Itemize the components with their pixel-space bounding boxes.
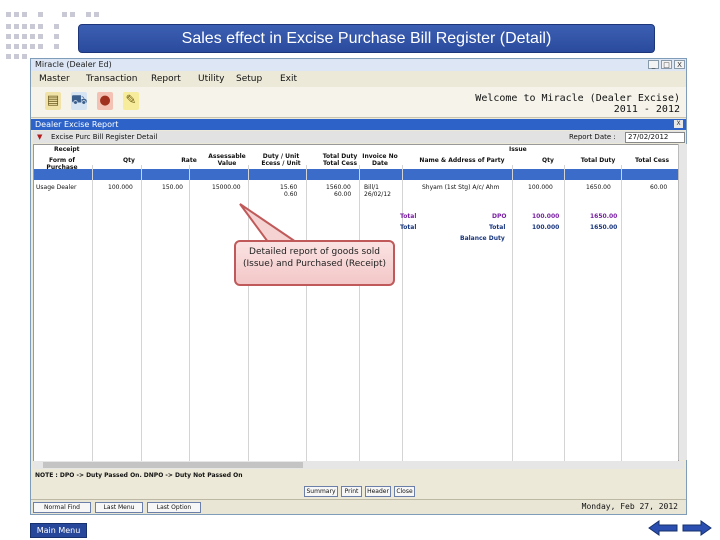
- group-issue-label: Issue: [509, 146, 527, 153]
- horizontal-scrollbar[interactable]: [33, 461, 684, 469]
- menu-bar: Master Transaction Report Utility Setup …: [31, 72, 686, 86]
- total-qty-1: 100.000: [532, 213, 560, 220]
- welcome-text: Welcome to Miracle (Dealer Excise) 2011 …: [475, 93, 680, 115]
- cell-party: Shyam (1st Stg) A/c/ Ahm: [422, 184, 500, 191]
- cell-invoice-date: 26/02/12: [364, 191, 391, 198]
- report-grid: Receipt Issue Form of Purchase Qty Rate …: [33, 144, 679, 462]
- col-duty-unit: Duty / Unit Ecess / Unit: [261, 153, 301, 167]
- total-label-2: Total: [400, 224, 417, 231]
- total-duty-1: 1650.00: [590, 213, 618, 220]
- collapse-icon[interactable]: ▼: [37, 131, 42, 143]
- cell-issue-total-cess: 60.00: [650, 184, 668, 191]
- last-option-button[interactable]: Last Option: [147, 502, 201, 513]
- col-assessable-value: Assessable Value: [208, 153, 246, 167]
- edit-icon[interactable]: ✎: [123, 92, 139, 110]
- group-receipt-label: Receipt: [54, 146, 80, 153]
- money-bag-icon[interactable]: ●: [97, 92, 113, 110]
- menu-utility[interactable]: Utility: [198, 72, 224, 86]
- report-date-field[interactable]: 27/02/2012: [625, 132, 685, 143]
- callout-pointer: [239, 203, 298, 243]
- cell-form: Usage Dealer: [36, 184, 77, 191]
- total-duty-2: 1650.00: [590, 224, 618, 231]
- window-title: Miracle (Dealer Ed): [35, 60, 112, 69]
- normal-find-button[interactable]: Normal Find: [33, 502, 91, 513]
- col-total-duty: Total Duty Total Cess: [322, 153, 358, 167]
- footer-note: NOTE : DPO -> Duty Passed On. DNPO -> Du…: [35, 472, 243, 479]
- report-date-label: Report Date :: [569, 133, 616, 141]
- cell-invoice-no: Bill/1: [364, 184, 379, 191]
- cell-rate: 150.00: [162, 184, 183, 191]
- report-panel-title: Excise Purc Bill Register Detail: [51, 133, 158, 141]
- menu-setup[interactable]: Setup: [236, 72, 262, 86]
- minimize-button[interactable]: _: [648, 60, 659, 69]
- total-code-2: Total: [489, 224, 506, 231]
- welcome-line-1: Welcome to Miracle (Dealer Excise): [475, 93, 680, 104]
- window-titlebar: Miracle (Dealer Ed) _ □ X: [31, 59, 686, 71]
- status-bar: Normal Find Last Menu Last Option Monday…: [31, 499, 686, 514]
- app-window: Miracle (Dealer Ed) _ □ X Master Transac…: [30, 58, 687, 515]
- welcome-line-2: 2011 - 2012: [613, 104, 680, 115]
- cell-issue-total-duty: 1650.00: [586, 184, 611, 191]
- cell-total-duty: 1560.00: [326, 184, 351, 191]
- close-button[interactable]: X: [674, 60, 685, 69]
- col-qty: Qty: [123, 157, 135, 164]
- report-window-title: Dealer Excise Report: [35, 120, 119, 129]
- maximize-button[interactable]: □: [661, 60, 672, 69]
- col-issue-total-duty: Total Duty: [580, 157, 616, 164]
- slide-title: Sales effect in Excise Purchase Bill Reg…: [78, 24, 655, 53]
- cell-total-cess: 60.00: [334, 191, 352, 198]
- col-issue-total-cess: Total Cess: [634, 157, 670, 164]
- toolbar: ▤ ⛟ ● ✎ Welcome to Miracle (Dealer Excis…: [31, 87, 686, 118]
- main-menu-button[interactable]: Main Menu: [30, 523, 87, 538]
- document-icon[interactable]: ▤: [45, 92, 61, 110]
- col-party: Name & Address of Party: [419, 157, 505, 164]
- scroll-thumb[interactable]: [43, 462, 303, 468]
- arrow-right-icon[interactable]: [682, 520, 712, 536]
- cell-issue-qty: 100.000: [528, 184, 553, 191]
- col-invoice: Invoice No Date: [362, 153, 398, 167]
- report-header: ▼ Excise Purc Bill Register Detail Repor…: [33, 131, 685, 143]
- cart-icon[interactable]: ⛟: [71, 92, 87, 110]
- close-report-button[interactable]: Close: [394, 486, 415, 497]
- arrow-left-icon[interactable]: [648, 520, 678, 536]
- cell-assessable: 15000.00: [212, 184, 241, 191]
- menu-exit[interactable]: Exit: [280, 72, 297, 86]
- total-label-1: Total: [400, 213, 417, 220]
- menu-report[interactable]: Report: [151, 72, 181, 86]
- menu-master[interactable]: Master: [39, 72, 70, 86]
- cell-qty: 100.000: [108, 184, 133, 191]
- last-menu-button[interactable]: Last Menu: [95, 502, 143, 513]
- selected-row-highlight: [34, 169, 678, 180]
- total-qty-2: 100.000: [532, 224, 560, 231]
- vertical-scrollbar[interactable]: [678, 144, 687, 460]
- status-date: Monday, Feb 27, 2012: [581, 502, 678, 511]
- cell-ecess-unit: 0.60: [284, 191, 298, 198]
- cell-duty-unit: 15.60: [280, 184, 298, 191]
- report-window-titlebar: Dealer Excise Report X: [31, 119, 686, 130]
- balance-duty-label: Balance Duty: [460, 235, 505, 242]
- summary-button[interactable]: Summary: [304, 486, 338, 497]
- header-button[interactable]: Header: [365, 486, 391, 497]
- callout-box: Detailed report of goods sold (Issue) an…: [234, 240, 395, 286]
- report-close-button[interactable]: X: [674, 120, 683, 128]
- col-issue-qty: Qty: [542, 157, 554, 164]
- total-code-1: DPO: [492, 213, 507, 220]
- menu-transaction[interactable]: Transaction: [86, 72, 138, 86]
- print-button[interactable]: Print: [341, 486, 362, 497]
